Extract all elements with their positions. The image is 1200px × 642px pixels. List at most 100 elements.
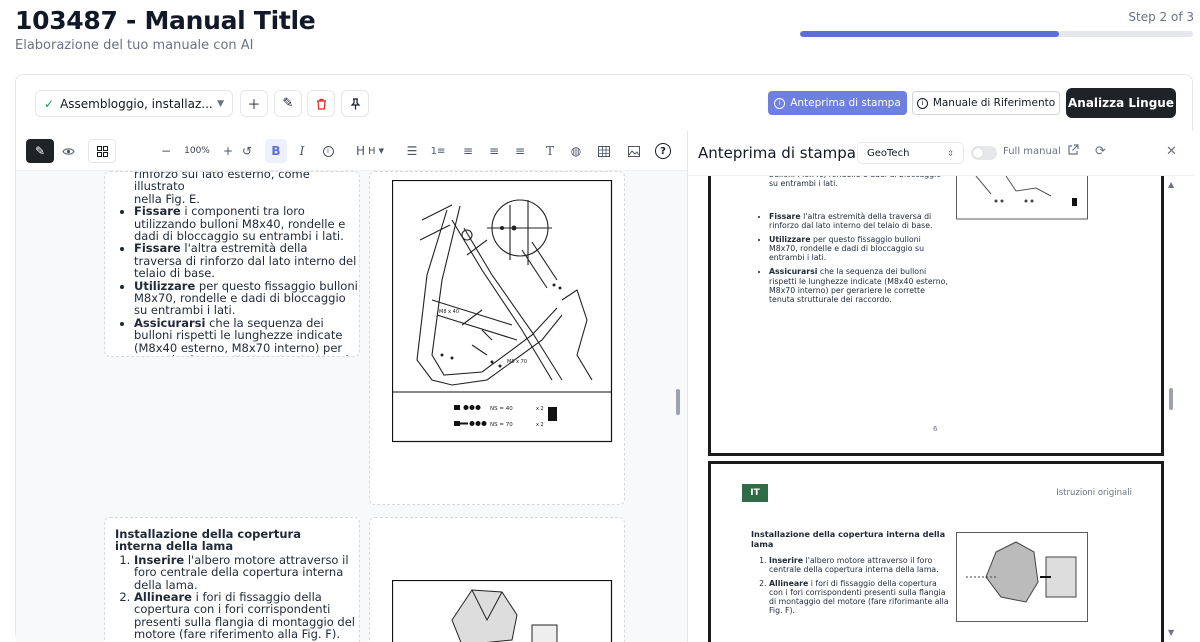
- text-style-button[interactable]: T: [540, 139, 560, 163]
- image-icon: [628, 146, 640, 157]
- image-button[interactable]: [624, 139, 644, 163]
- edit-icon: ✎: [35, 144, 45, 158]
- trash-icon: [316, 98, 327, 110]
- topbar: ✓ Assembloggio, installaz... ▼ ＋ ✎ i Ant…: [16, 75, 1192, 131]
- numbered-list-button[interactable]: 1≡: [428, 139, 448, 163]
- list-item: Fissare l'altra estremità della traversa…: [134, 242, 359, 279]
- close-icon: ✕: [1166, 144, 1177, 159]
- reset-zoom-button[interactable]: ↺: [238, 139, 256, 163]
- figure-label: M8 x 70: [507, 359, 527, 365]
- text-block[interactable]: rinforzo sul lato esterno, come illustra…: [104, 171, 360, 357]
- full-manual-toggle[interactable]: [971, 146, 997, 160]
- figure-label: x 2: [536, 422, 544, 428]
- preview-text: Fissare l'altra estremità della traversa…: [753, 212, 949, 309]
- align-left-icon: ≡: [463, 144, 473, 158]
- italic-button[interactable]: I: [292, 139, 312, 163]
- brand-select-label: GeoTech: [867, 148, 947, 159]
- figure-label: NS = 40: [490, 406, 513, 412]
- scroll-up-icon[interactable]: ▲: [1168, 180, 1174, 189]
- print-preview-pane: Anteprima di stampa GeoTech ⇕ Full manua…: [688, 131, 1194, 642]
- chevron-down-icon: ▼: [379, 147, 384, 155]
- align-center-icon: ≡: [489, 144, 499, 158]
- add-button[interactable]: ＋: [240, 90, 268, 117]
- pencil-icon: ✎: [283, 96, 294, 111]
- preview-heading: Installazione della copertura interna de…: [751, 530, 951, 549]
- bold-icon: B: [271, 144, 280, 158]
- refresh-icon: ⟳: [1095, 144, 1106, 159]
- help-icon: ?: [655, 143, 671, 159]
- page-header: 103487 - Manual Title Elaborazione del t…: [0, 0, 1200, 70]
- zoom-out-button[interactable]: −: [158, 139, 174, 163]
- figure-label: x 2: [536, 406, 544, 412]
- page-subtitle: Istruzioni originali: [1056, 488, 1132, 498]
- eye-icon: [62, 147, 75, 156]
- list-item: Assicurarsi che la sequenza dei bulloni …: [134, 317, 359, 357]
- align-center-button[interactable]: ≡: [484, 139, 504, 163]
- image-block[interactable]: [369, 517, 625, 642]
- info-button[interactable]: i: [318, 139, 338, 163]
- grid-view-button[interactable]: [88, 139, 116, 163]
- palette-icon: ◍: [571, 144, 581, 158]
- preview-page: bulloni M8x40, rondelle e dadi di blocca…: [708, 176, 1164, 456]
- refresh-button[interactable]: ⟳: [1095, 144, 1106, 159]
- page-title: 103487 - Manual Title: [15, 6, 315, 35]
- bold-button[interactable]: B: [265, 139, 287, 163]
- align-left-button[interactable]: ≡: [458, 139, 478, 163]
- toggle-knob: [973, 148, 983, 158]
- heading-icon: H: [356, 144, 365, 158]
- print-preview-button[interactable]: i Anteprima di stampa: [768, 91, 907, 115]
- align-right-button[interactable]: ≡: [510, 139, 530, 163]
- list-item: Utilizzare per questo fissaggio bulloni …: [134, 280, 359, 317]
- edit-button[interactable]: ✎: [274, 90, 302, 117]
- preview-title: Anteprima di stampa: [698, 144, 856, 162]
- preview-mode-button[interactable]: [54, 139, 82, 163]
- analyze-languages-button[interactable]: Analizza Lingue: [1066, 88, 1176, 118]
- text-block[interactable]: Installazione della copertura interna de…: [104, 517, 360, 642]
- figure-label: NS = 70: [490, 422, 513, 428]
- table-icon: [598, 146, 610, 157]
- page-subtitle: Elaborazione del tuo manuale con AI: [15, 38, 254, 53]
- bullet-list-icon: ☰: [407, 144, 418, 158]
- table-button[interactable]: [594, 139, 614, 163]
- reference-manual-button[interactable]: i Manuale di Riferimento: [912, 91, 1060, 115]
- plus-icon: +: [223, 144, 233, 158]
- preview-viewport: bulloni M8x40, rondelle e dadi di blocca…: [688, 175, 1194, 642]
- help-button[interactable]: ?: [652, 139, 674, 163]
- preview-scrollbar[interactable]: ▲ ▼: [1165, 176, 1179, 642]
- color-button[interactable]: ◍: [566, 139, 586, 163]
- align-right-icon: ≡: [515, 144, 525, 158]
- preview-list-item: Allineare i fori di fissaggio della cope…: [769, 579, 953, 615]
- list-item: Fissare i componenti tra loro utilizzand…: [134, 205, 359, 242]
- progress-bar: [800, 31, 1193, 37]
- italic-icon: I: [300, 144, 305, 158]
- edit-mode-button[interactable]: ✎: [26, 139, 54, 163]
- preview-page: IT Istruzioni originali Installazione de…: [708, 461, 1164, 642]
- pin-icon: [350, 98, 361, 110]
- image-block[interactable]: M8 x 40 M8 x 70 NS = 40 NS = 70 x 2 x 2: [369, 171, 625, 505]
- editor-toolbar: ✎ − 100% + ↺ B I i H H ▼ ☰ 1≡ ≡ ≡ ≡ T: [16, 131, 688, 171]
- scroll-thumb[interactable]: [1169, 388, 1173, 410]
- section-select[interactable]: ✓ Assembloggio, installaz... ▼: [35, 90, 233, 117]
- reference-manual-label: Manuale di Riferimento: [933, 97, 1055, 109]
- page-number: 6: [933, 425, 937, 433]
- progress-fill: [800, 31, 1059, 37]
- list-item: Allineare i fori di fissaggio della cope…: [134, 591, 359, 641]
- zoom-level: 100%: [181, 139, 213, 163]
- rotate-icon: ↺: [242, 144, 252, 158]
- heading-select[interactable]: H H ▼: [350, 139, 390, 163]
- bullet-list-button[interactable]: ☰: [402, 139, 422, 163]
- open-external-button[interactable]: [1067, 144, 1079, 160]
- delete-button[interactable]: [307, 90, 335, 117]
- editor-scrollbar[interactable]: [676, 389, 680, 415]
- pin-button[interactable]: [341, 90, 369, 117]
- close-button[interactable]: ✕: [1166, 144, 1177, 159]
- info-icon: i: [323, 146, 334, 157]
- workspace-card: ✓ Assembloggio, installaz... ▼ ＋ ✎ i Ant…: [15, 74, 1193, 641]
- print-preview-label: Anteprima di stampa: [790, 97, 901, 109]
- external-link-icon: [1067, 144, 1079, 156]
- zoom-in-button[interactable]: +: [220, 139, 236, 163]
- blade-cover-figure: [392, 580, 614, 642]
- brand-select[interactable]: GeoTech ⇕: [857, 142, 964, 164]
- scroll-down-icon[interactable]: ▼: [1168, 628, 1174, 637]
- grid-icon: [97, 146, 108, 157]
